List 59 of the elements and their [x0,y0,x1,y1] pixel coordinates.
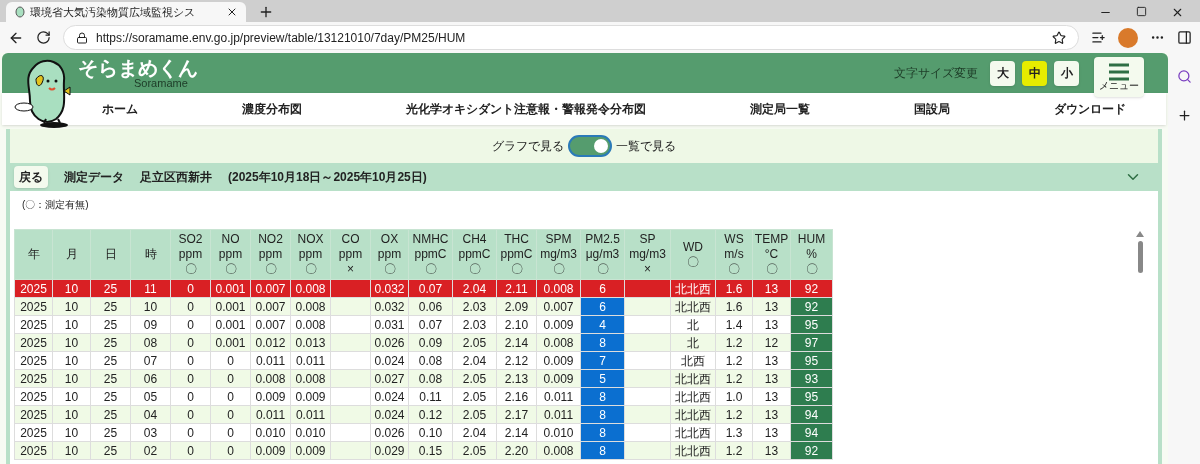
column-header: PM2.5 μg/m3 〇 [580,229,625,280]
close-icon[interactable] [226,6,238,18]
column-header: 日 [90,229,131,280]
column-header: CO ppm × [330,229,371,280]
font-size-button[interactable]: 中 [1022,60,1047,86]
search-icon[interactable] [1176,69,1192,84]
scroll-up-icon[interactable] [1136,231,1144,237]
sidebar-icon[interactable] [1177,30,1192,45]
column-header: WD 〇 [670,229,716,280]
column-header: 月 [52,229,91,280]
column-header: TEMP °C 〇 [752,229,791,280]
nav-link[interactable]: 光化学オキシダント注意報・警報発令分布図 [406,100,646,118]
maximize-icon[interactable] [1136,6,1147,17]
station-name: 足立区西新井 [140,169,212,186]
column-header: OX ppm 〇 [370,229,409,280]
graph-view-label: グラフで見る [492,138,564,155]
lock-icon [76,31,88,44]
tab-title: 環境省大気汚染物質広域監視シス [30,4,196,20]
add-icon[interactable] [1176,108,1192,123]
browser-tab[interactable]: 環境省大気汚染物質広域監視シス [6,2,246,22]
menu-label: メニュー [1099,81,1139,91]
nav-link[interactable]: ホーム [102,100,138,118]
nav-link[interactable]: 測定局一覧 [750,100,810,118]
view-toggle[interactable] [568,135,612,157]
font-size-label: 文字サイズ変更 [894,65,978,82]
menu-button[interactable]: メニュー [1094,57,1144,97]
nav-link[interactable]: 濃度分布図 [242,100,302,118]
column-header: WS m/s 〇 [715,229,753,280]
font-size-button[interactable]: 大 [990,60,1015,86]
url-text: https://soramame.env.go.jp/preview/table/13121010/7day/PM25/HUM [96,29,467,47]
back-button[interactable]: 戻る [14,166,48,188]
column-header: HUM % 〇 [790,229,833,280]
panel-title: 測定データ [64,169,124,186]
column-header: NMHC ppmC 〇 [408,229,453,280]
star-icon[interactable] [1052,30,1066,45]
date-range: (2025年10月18日～2025年10月25日) [228,169,427,186]
close-window-icon[interactable] [1171,6,1184,19]
list-view-label: 一覧で見る [616,138,676,155]
column-header: 年 [14,229,53,280]
legend-note: (〇：測定有無) [21,198,89,212]
nav-link[interactable]: ダウンロード [1054,100,1126,118]
reload-icon[interactable] [36,30,51,45]
column-header: SO2 ppm 〇 [170,229,211,280]
favorites-icon[interactable] [1091,30,1106,45]
column-header: THC ppmC 〇 [496,229,537,280]
column-header: NO2 ppm 〇 [250,229,291,280]
column-header: 時 [130,229,171,280]
column-header: SPM mg/m3 〇 [536,229,581,280]
column-header: NOX ppm 〇 [290,229,331,280]
column-header: SP mg/m3 × [624,229,671,280]
new-tab-icon[interactable] [258,4,274,20]
font-size-button[interactable]: 小 [1054,60,1079,86]
profile-avatar[interactable] [1118,27,1138,48]
bean-icon [14,6,26,18]
nav-link[interactable]: 国設局 [914,100,950,118]
column-header: CH4 ppmC 〇 [452,229,497,280]
address-bar[interactable]: https://soramame.env.go.jp/preview/table/13121010/7day/PM25/HUM [63,25,1079,50]
column-header: NO ppm 〇 [210,229,251,280]
menu-icon [1108,63,1130,81]
